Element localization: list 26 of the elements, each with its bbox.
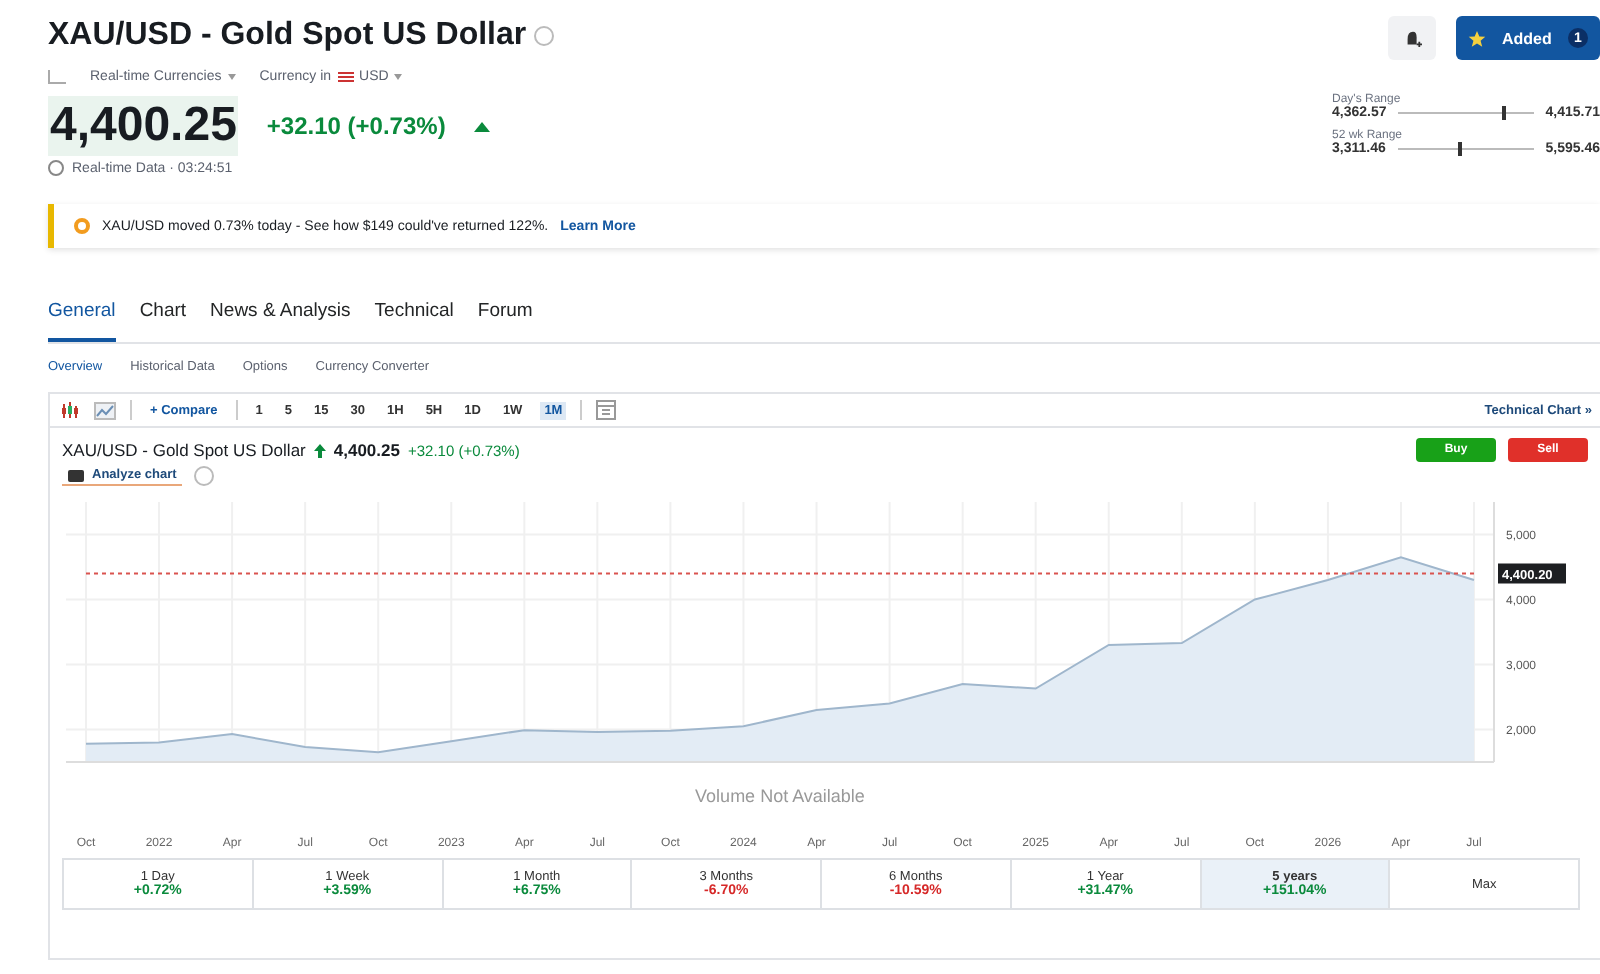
instrument-title: XAU/USD - Gold Spot US Dollar xyxy=(48,18,527,54)
line-chart-icon[interactable] xyxy=(94,401,116,419)
coin-icon xyxy=(74,218,90,234)
caret-icon[interactable] xyxy=(227,74,236,80)
volume-note: Volume Not Available xyxy=(695,786,865,806)
last-price: 4,400.25 xyxy=(48,96,239,156)
up-arrow-icon xyxy=(313,443,326,457)
star-icon xyxy=(1468,29,1486,47)
caret-icon[interactable] xyxy=(394,74,403,80)
nav-tab[interactable]: Chart xyxy=(139,292,187,342)
flag-icon xyxy=(337,72,354,82)
alert-button[interactable] xyxy=(1388,16,1436,60)
nav-tab[interactable]: Technical xyxy=(374,292,454,342)
info-icon[interactable] xyxy=(534,26,555,46)
clock-icon xyxy=(48,160,64,176)
nav-tab[interactable]: Forum xyxy=(477,292,533,342)
price-change: +32.10 (+0.73%) xyxy=(266,112,446,140)
candlestick-icon[interactable] xyxy=(60,401,80,419)
info-icon[interactable] xyxy=(194,466,215,486)
chart-price: 4,400.25 xyxy=(333,440,400,460)
bell-plus-icon xyxy=(1403,29,1421,47)
nav-tab[interactable]: General xyxy=(48,292,116,342)
chart-title: XAU/USD - Gold Spot US Dollar xyxy=(62,440,306,460)
calendar-icon[interactable] xyxy=(596,400,617,420)
up-arrow-icon xyxy=(473,121,490,131)
nav-tab[interactable]: News & Analysis xyxy=(210,292,351,342)
